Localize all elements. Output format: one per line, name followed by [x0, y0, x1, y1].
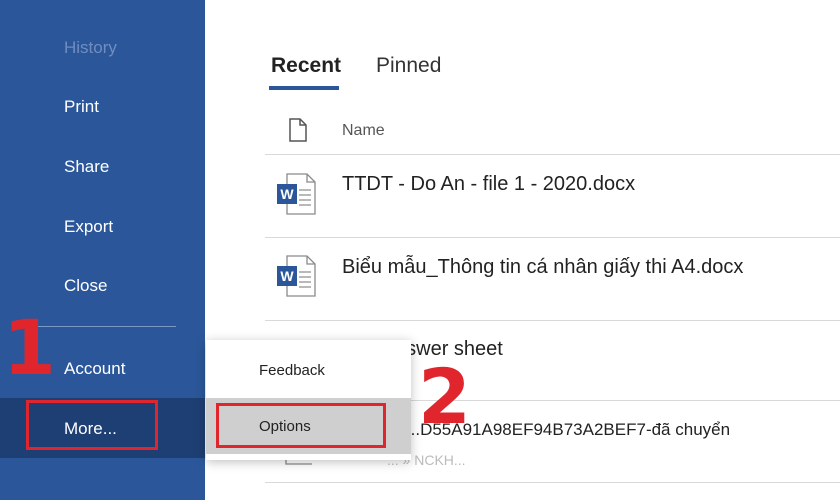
row-separator	[265, 482, 840, 483]
tab-active-underline	[269, 86, 339, 90]
sidebar-item-close[interactable]: Close	[64, 276, 107, 296]
document-icon	[289, 118, 307, 142]
sidebar-item-account[interactable]: Account	[64, 359, 125, 379]
file-name[interactable]: TTDT - Do An - file 1 - 2020.docx	[342, 173, 635, 196]
file-row[interactable]	[265, 155, 840, 237]
step-1-label: 1	[3, 303, 56, 392]
file-row[interactable]	[265, 238, 840, 320]
tab-pinned[interactable]: Pinned	[376, 54, 441, 78]
sidebar-item-history[interactable]: History	[64, 38, 117, 58]
more-highlight-box	[26, 400, 158, 450]
options-highlight-box	[216, 403, 386, 448]
menu-item-label: Feedback	[259, 362, 325, 379]
tab-recent[interactable]: Recent	[271, 54, 341, 78]
row-separator	[265, 320, 840, 321]
sidebar-item-share[interactable]: Share	[64, 157, 109, 177]
menu-item-feedback[interactable]: Feedback	[206, 342, 411, 398]
svg-text:W: W	[280, 186, 294, 202]
column-header-name[interactable]: Name	[342, 122, 385, 140]
svg-text:W: W	[280, 268, 294, 284]
word-doc-icon: W	[277, 173, 316, 215]
word-doc-icon: W	[277, 255, 316, 297]
step-2-label: 2	[418, 352, 471, 441]
sidebar-item-export[interactable]: Export	[64, 217, 113, 237]
file-name[interactable]: Biểu mẫu_Thông tin cá nhân giấy thi A4.d…	[342, 256, 743, 279]
sidebar-item-print[interactable]: Print	[64, 97, 99, 117]
